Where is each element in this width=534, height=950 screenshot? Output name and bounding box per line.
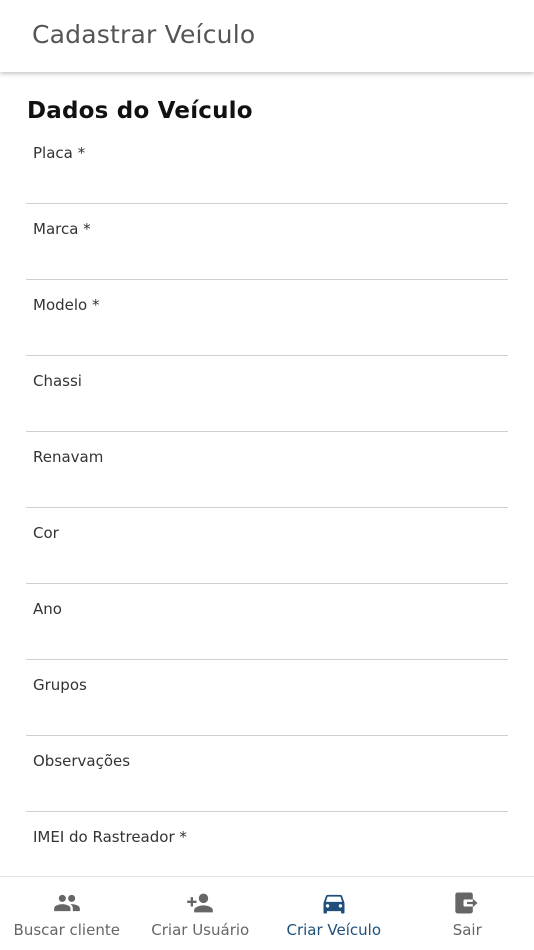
field-cor[interactable]: Cor (26, 508, 508, 584)
field-label-grupos: Grupos (33, 676, 87, 694)
nav-item-buscar-cliente[interactable]: Buscar cliente (0, 877, 134, 950)
chassi-input[interactable] (33, 398, 501, 424)
modelo-input[interactable] (33, 322, 501, 348)
nav-label-criar-usuario: Criar Usuário (151, 921, 250, 939)
field-label-renavam: Renavam (33, 448, 104, 466)
person-add-icon (186, 889, 214, 917)
marca-input[interactable] (33, 246, 501, 272)
page-title: Cadastrar Veículo (32, 20, 256, 49)
field-ano[interactable]: Ano (26, 584, 508, 660)
exit-icon (453, 889, 481, 917)
field-placa[interactable]: Placa * (26, 128, 508, 204)
cor-input[interactable] (33, 550, 501, 576)
field-label-placa: Placa * (33, 144, 86, 162)
group-icon (53, 889, 81, 917)
app-screen: Cadastrar Veículo Dados do Veículo Placa… (0, 0, 534, 950)
bottom-navigation: Buscar cliente Criar Usuário Criar Veícu… (0, 876, 534, 950)
field-chassi[interactable]: Chassi (26, 356, 508, 432)
field-modelo[interactable]: Modelo * (26, 280, 508, 356)
field-label-ano: Ano (33, 600, 62, 618)
nav-label-buscar-cliente: Buscar cliente (13, 921, 120, 939)
car-icon (320, 889, 348, 917)
field-label-observacoes: Observações (33, 752, 131, 770)
vehicle-form: Placa * Marca * Modelo * Chassi Renavam … (26, 128, 508, 876)
nav-label-sair: Sair (452, 921, 482, 939)
nav-label-criar-veiculo: Criar Veículo (286, 921, 382, 939)
imei-input[interactable] (33, 854, 501, 876)
field-marca[interactable]: Marca * (26, 204, 508, 280)
nav-item-sair[interactable]: Sair (401, 877, 534, 950)
placa-input[interactable] (33, 170, 501, 196)
field-label-imei: IMEI do Rastreador * (33, 828, 187, 846)
app-bar: Cadastrar Veículo (0, 0, 534, 72)
field-label-cor: Cor (33, 524, 59, 542)
field-imei[interactable]: IMEI do Rastreador * (26, 812, 508, 876)
section-title: Dados do Veículo (27, 98, 253, 124)
field-label-chassi: Chassi (33, 372, 82, 390)
field-renavam[interactable]: Renavam (26, 432, 508, 508)
form-scroll-area[interactable]: Dados do Veículo Placa * Marca * Modelo … (0, 73, 534, 876)
field-observacoes[interactable]: Observações (26, 736, 508, 812)
grupos-input[interactable] (33, 702, 501, 728)
renavam-input[interactable] (33, 474, 501, 500)
field-label-modelo: Modelo * (33, 296, 100, 314)
ano-input[interactable] (33, 626, 501, 652)
nav-item-criar-veiculo[interactable]: Criar Veículo (267, 877, 401, 950)
field-grupos[interactable]: Grupos (26, 660, 508, 736)
field-label-marca: Marca * (33, 220, 91, 238)
observacoes-input[interactable] (33, 778, 501, 804)
nav-item-criar-usuario[interactable]: Criar Usuário (134, 877, 268, 950)
